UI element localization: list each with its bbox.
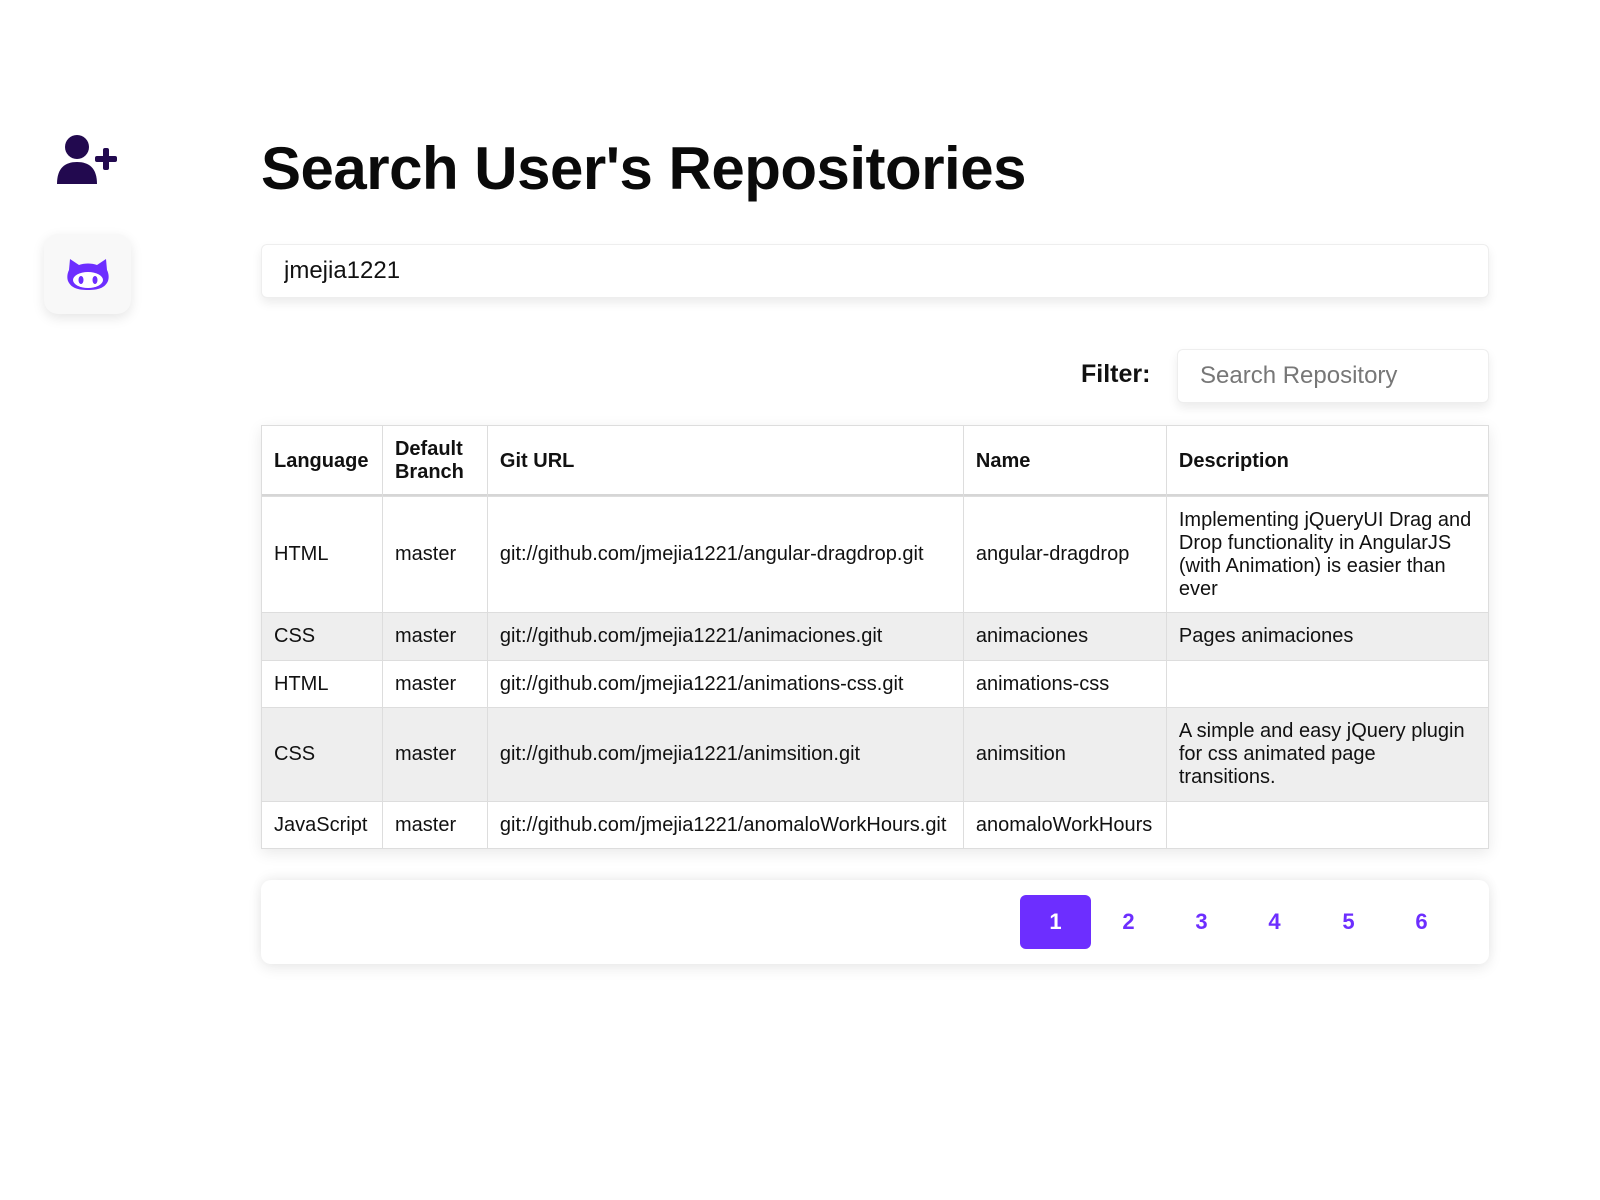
page-button-3[interactable]: 3	[1166, 895, 1237, 949]
cell-branch: master	[381, 496, 488, 613]
add-user-button[interactable]	[52, 130, 124, 190]
page-button-4[interactable]: 4	[1239, 895, 1310, 949]
page-title: Search User's Repositories	[261, 135, 1026, 202]
cell-language: CSS	[261, 612, 383, 661]
table-row: CSS master git://github.com/jmejia1221/a…	[261, 612, 1490, 661]
cell-description	[1165, 660, 1490, 708]
cell-name: animsition	[962, 707, 1167, 802]
page-button-6[interactable]: 6	[1386, 895, 1457, 949]
column-header-default-branch: Default Branch	[381, 425, 488, 497]
page-button-5[interactable]: 5	[1313, 895, 1384, 949]
cell-branch: master	[381, 612, 488, 661]
repositories-table: Language Default Branch Git URL Name Des…	[261, 425, 1490, 849]
cell-description: Implementing jQueryUI Drag and Drop func…	[1165, 496, 1490, 613]
column-header-git-url: Git URL	[486, 425, 964, 497]
filter-label: Filter:	[1081, 360, 1151, 388]
cell-branch: master	[381, 707, 488, 802]
cell-language: HTML	[261, 496, 383, 613]
table-row: HTML master git://github.com/jmejia1221/…	[261, 660, 1490, 708]
cell-name: angular-dragdrop	[962, 496, 1167, 613]
table-row: JavaScript master git://github.com/jmeji…	[261, 801, 1490, 849]
column-header-language: Language	[261, 425, 383, 497]
table-row: HTML master git://github.com/jmejia1221/…	[261, 496, 1490, 613]
pagination: 1 2 3 4 5 6	[261, 880, 1489, 964]
table-header-row: Language Default Branch Git URL Name Des…	[261, 425, 1490, 497]
column-header-description: Description	[1165, 425, 1490, 497]
cell-language: JavaScript	[261, 801, 383, 849]
username-search-input[interactable]	[261, 244, 1489, 298]
cell-description	[1165, 801, 1490, 849]
cell-language: CSS	[261, 707, 383, 802]
cell-git-url: git://github.com/jmejia1221/anomaloWorkH…	[486, 801, 964, 849]
filter-repository-input[interactable]	[1177, 349, 1489, 403]
cell-branch: master	[381, 801, 488, 849]
cell-name: anomaloWorkHours	[962, 801, 1167, 849]
cell-branch: master	[381, 660, 488, 708]
cell-git-url: git://github.com/jmejia1221/animsition.g…	[486, 707, 964, 802]
cell-description: Pages animaciones	[1165, 612, 1490, 661]
user-plus-icon	[57, 135, 117, 184]
table-row: CSS master git://github.com/jmejia1221/a…	[261, 707, 1490, 802]
cell-language: HTML	[261, 660, 383, 708]
page-button-2[interactable]: 2	[1093, 895, 1164, 949]
cell-git-url: git://github.com/jmejia1221/animaciones.…	[486, 612, 964, 661]
sidebar	[0, 0, 180, 1200]
github-octocat-icon	[66, 259, 109, 290]
cell-git-url: git://github.com/jmejia1221/angular-drag…	[486, 496, 964, 613]
github-search-button[interactable]	[44, 234, 131, 314]
cell-name: animations-css	[962, 660, 1167, 708]
page-button-1[interactable]: 1	[1020, 895, 1091, 949]
cell-description: A simple and easy jQuery plugin for css …	[1165, 707, 1490, 802]
cell-name: animaciones	[962, 612, 1167, 661]
column-header-name: Name	[962, 425, 1167, 497]
cell-git-url: git://github.com/jmejia1221/animations-c…	[486, 660, 964, 708]
